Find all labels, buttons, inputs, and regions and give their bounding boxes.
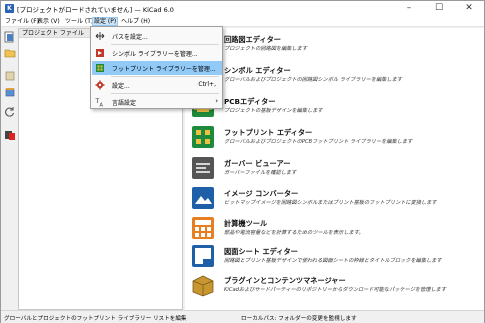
menu-item-label: フットプリント ライブラリーを管理... (112, 66, 216, 73)
entry-desc: グローバルおよびプロジェクトの回路図シンボル ライブラリーを編集します (224, 77, 402, 83)
launcher-panel: 回路図エディター プロジェクトの回路図を編集します シンボル エディター グロー… (185, 28, 484, 310)
unarchive-project-icon[interactable] (4, 86, 16, 98)
preferences-menu: パスを設定... シンボル ライブラリーを管理... フットプリント ライブラリ… (90, 26, 223, 109)
archive-project-icon[interactable] (4, 70, 16, 82)
menu-separator (111, 93, 219, 94)
open-project-icon[interactable] (4, 47, 16, 59)
menu-item-manage-footprint-libraries[interactable]: フットプリント ライブラリーを管理... (92, 61, 222, 75)
menu-item-label: シンボル ライブラリーを管理... (112, 51, 198, 58)
entry-desc: 回路図とプリント基板デザインで使われる図面シートの枠線とタイトルブロックを編集し… (224, 258, 442, 264)
menu-item-label: 設定... (112, 83, 130, 90)
menu-help[interactable]: ヘルプ (H) (120, 17, 151, 26)
entry-desc: グローバルおよびプロジェクトのPCBフットプリント ライブラリーを編集します (224, 139, 413, 145)
calculator-icon (192, 217, 214, 239)
menu-item-manage-symbol-libraries[interactable]: シンボル ライブラリーを管理... (92, 46, 222, 60)
refresh-icon[interactable] (4, 106, 16, 118)
launcher-image-converter[interactable]: イメージ コンバーター ビットマップイメージを回路図シンボルまたはプリント基板の… (191, 186, 481, 212)
menu-separator (111, 44, 219, 45)
entry-desc: KiCadおよびサードパーティーのリポジトリーからダウンロード可能なパッケージを… (224, 287, 447, 293)
maximize-button[interactable]: ☐ (424, 1, 454, 16)
image-converter-icon (192, 187, 214, 209)
svg-text:A: A (100, 103, 104, 108)
kicad-app-icon: K (5, 4, 14, 13)
entry-desc: 部品や電流容量などを計算するためのツールを表示します。 (224, 230, 364, 236)
footprint-editor-icon (192, 126, 214, 148)
entry-title: 計算機ツール (224, 219, 268, 228)
entry-desc: プロジェクトの回路図を編集します (224, 46, 308, 52)
launcher-schematic-editor[interactable]: 回路図エディター プロジェクトの回路図を編集します (191, 32, 481, 58)
status-message: グローバルとプロジェクトのフットプリント ライブラリー リストを編集 (4, 316, 187, 322)
language-icon: T A (95, 98, 104, 108)
launcher-symbol-editor[interactable]: シンボル エディター グローバルおよびプロジェクトの回路図シンボル ライブラリー… (191, 63, 481, 89)
menu-tools[interactable]: ツール (T) (64, 17, 94, 26)
menu-preferences[interactable]: 設定 (P) (92, 17, 119, 26)
minimize-button[interactable]: – (394, 1, 424, 16)
entry-title: ガーバー ビューアー (224, 159, 291, 168)
path-icon (95, 32, 105, 40)
entry-desc: ガーバーファイルを確認します (224, 170, 297, 176)
launcher-pcb-editor[interactable]: PCBエディター プロジェクトの基板デザインを編集します (191, 94, 481, 120)
drawing-sheet-editor-icon (192, 245, 214, 267)
preferences-gear-icon (95, 80, 105, 90)
entry-title: イメージ コンバーター (224, 189, 299, 198)
entry-title: プラグインとコンテンツマネージャー (224, 276, 346, 285)
menu-separator (111, 76, 219, 77)
menu-item-label: パスを設定... (112, 34, 148, 41)
menu-bar: ファイル (F) 表示 (V) ツール (T) 設定 (P) ヘルプ (H) (1, 16, 484, 27)
menu-item-shortcut: Ctrl+, (198, 81, 216, 88)
launcher-calculator-tools[interactable]: 計算機ツール 部品や電流容量などを計算するためのツールを表示します。 (191, 216, 481, 242)
menu-item-preferences[interactable]: 設定... Ctrl+, (92, 78, 222, 92)
close-button[interactable]: ✕ (454, 1, 484, 16)
menu-item-language[interactable]: T A 言語設定 › (92, 95, 222, 109)
entry-title: シンボル エディター (224, 66, 291, 75)
launcher-footprint-editor[interactable]: フットプリント エディター グローバルおよびプロジェクトのPCBフットプリント … (191, 125, 481, 151)
entry-title: 図面シート エディター (224, 247, 298, 256)
status-local-path: ローカルパス: フォルダーの変更を監視します (241, 316, 357, 322)
menu-view[interactable]: 表示 (V) (36, 17, 61, 26)
window-title: [プロジェクトがロードされていません] — KiCad 6.0 (17, 6, 174, 14)
launcher-plugin-content-manager[interactable]: プラグインとコンテンツマネージャー KiCadおよびサードパーティーのリポジトリ… (191, 273, 481, 299)
menu-item-label: 言語設定 (112, 100, 137, 107)
entry-title: PCBエディター (224, 97, 276, 106)
status-bar: グローバルとプロジェクトのフットプリント ライブラリー リストを編集 ローカルパ… (1, 310, 484, 323)
plugin-content-manager-icon (192, 275, 214, 297)
symbol-library-icon (96, 49, 104, 57)
launcher-gerber-viewer[interactable]: ガーバー ビューアー ガーバーファイルを確認します (191, 156, 481, 182)
launcher-drawing-sheet-editor[interactable]: 図面シート エディター 回路図とプリント基板デザインで使われる図面シートの枠線と… (191, 244, 481, 270)
menu-file[interactable]: ファイル (F) (4, 17, 40, 26)
title-bar: K [プロジェクトがロードされていません] — KiCad 6.0 – ☐ ✕ (1, 1, 484, 16)
menu-item-configure-paths[interactable]: パスを設定... (92, 29, 222, 43)
entry-title: フットプリント エディター (224, 128, 313, 137)
left-toolbar (1, 28, 18, 310)
new-project-icon[interactable] (4, 31, 16, 43)
footprint-library-icon (96, 64, 104, 72)
entry-desc: プロジェクトの基板デザインを編集します (224, 108, 323, 114)
kicad-main-window: K [プロジェクトがロードされていません] — KiCad 6.0 – ☐ ✕ … (0, 0, 485, 323)
open-folder-explorer-icon[interactable] (4, 129, 16, 141)
entry-title: 回路図エディター (224, 35, 281, 44)
gerber-viewer-icon (192, 157, 214, 179)
entry-desc: ビットマップイメージを回路図シンボルまたはプリント基板のフットプリントに変換しま… (224, 200, 437, 206)
submenu-arrow-icon: › (215, 97, 218, 105)
